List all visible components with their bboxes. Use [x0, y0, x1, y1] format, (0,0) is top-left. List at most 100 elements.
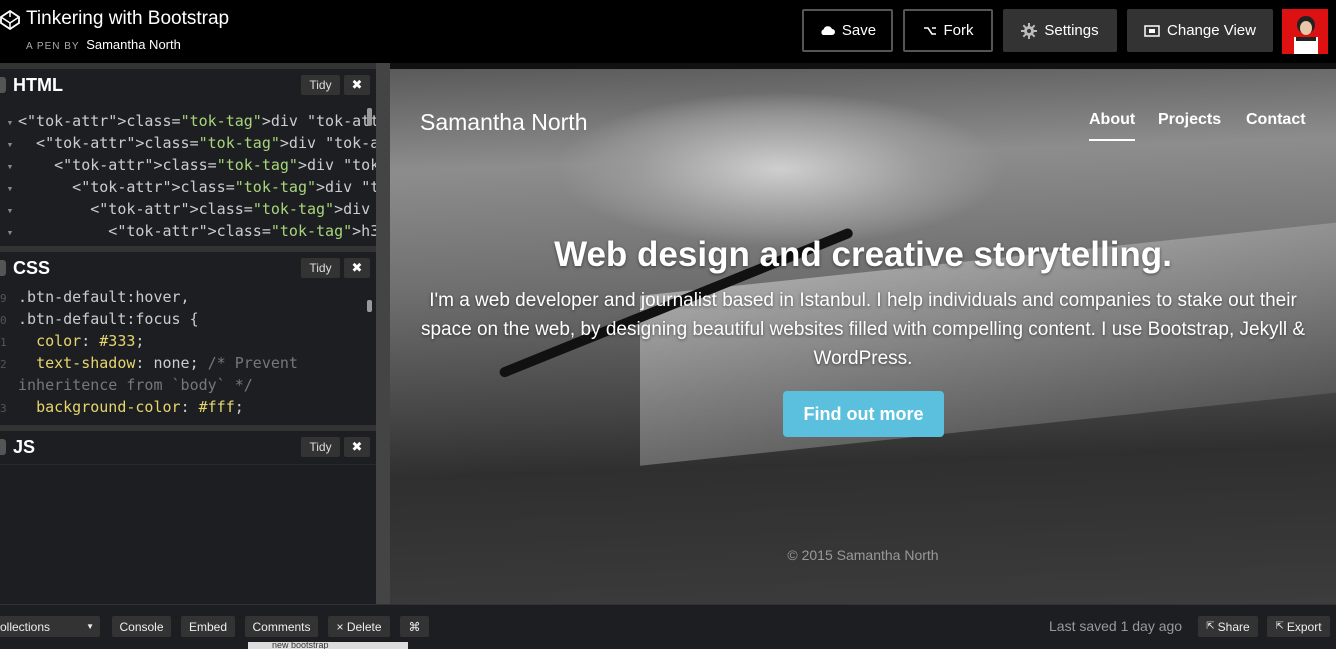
- code-text: inheritence from `body` */: [18, 376, 253, 394]
- code-text: .btn-default:hover,: [18, 288, 190, 306]
- line-gutter: ▾: [0, 204, 14, 217]
- delete-button[interactable]: × Delete: [328, 616, 390, 637]
- editor-preview-resizer[interactable]: [376, 63, 390, 604]
- fork-label: Fork: [943, 22, 974, 39]
- save-label: Save: [841, 22, 877, 39]
- code-line[interactable]: 0 .btn-default:focus {: [0, 308, 376, 330]
- js-code-editor[interactable]: [0, 464, 376, 604]
- code-line[interactable]: 2 text-shadow: none; /* Prevent: [0, 352, 376, 374]
- pen-author-link[interactable]: Samantha North: [86, 37, 181, 52]
- js-pane-header[interactable]: JS Tidy ✖: [0, 425, 376, 461]
- html-pane-title: HTML: [13, 75, 63, 95]
- keyboard-shortcut-button[interactable]: ⌘: [400, 616, 429, 637]
- code-text: text-shadow: none; /* Prevent: [36, 354, 298, 372]
- caret-down-icon: ▼: [86, 622, 94, 631]
- line-gutter: ▾: [0, 116, 14, 129]
- html-tidy-button[interactable]: Tidy: [301, 75, 340, 95]
- fork-button[interactable]: Fork: [903, 9, 993, 52]
- css-code-editor[interactable]: 9 .btn-default:hover, 0 .btn-default:focus …: [0, 286, 376, 424]
- line-gutter: 1: [0, 336, 7, 349]
- site-brand[interactable]: Samantha North: [420, 109, 587, 136]
- pen-title[interactable]: Tinkering with Bootstrap: [26, 8, 229, 30]
- css-pane-header[interactable]: CSS Tidy ✖: [0, 246, 376, 282]
- line-gutter: 2: [0, 358, 7, 371]
- line-gutter: ▾: [0, 138, 14, 151]
- avatar-image: [1282, 9, 1328, 54]
- code-text: <"tok-attr">class="tok-tag">div "tok-att…: [18, 200, 376, 218]
- code-line[interactable]: 1 color: #333;: [0, 330, 376, 352]
- change-view-label: Change View: [1167, 22, 1256, 39]
- nav-about[interactable]: About: [1089, 111, 1136, 141]
- code-line[interactable]: ▾ <"tok-attr">class="tok-tag">div "tok-a…: [0, 176, 376, 198]
- js-pane-title: JS: [13, 437, 36, 457]
- cover-heading: Web design and creative storytelling.: [554, 235, 1172, 274]
- top-header: Tinkering with Bootstrap A PEN BY Samant…: [0, 0, 1336, 63]
- css-scrollbar[interactable]: [367, 300, 372, 312]
- code-text: <"tok-attr">class="tok-tag">h3 "tok-attr…: [18, 222, 376, 240]
- gear-icon: [1021, 22, 1038, 39]
- css-pane-title: CSS: [13, 258, 51, 278]
- collections-peek-item: new bootstrap: [248, 642, 408, 649]
- code-text: <"tok-attr">class="tok-tag">div "tok-att…: [18, 134, 376, 152]
- last-saved-status: Last saved 1 day ago: [1049, 618, 1183, 634]
- change-view-button[interactable]: Change View: [1127, 9, 1273, 52]
- html-pane-header[interactable]: HTML Tidy ✖: [0, 63, 376, 99]
- export-label: Export: [1286, 619, 1322, 634]
- embed-button[interactable]: Embed: [181, 616, 235, 637]
- code-line[interactable]: ▾ <"tok-attr">class="tok-tag">h3 "tok-at…: [0, 220, 376, 242]
- line-gutter: 9: [0, 292, 7, 305]
- resize-handle[interactable]: [0, 260, 6, 276]
- share-label: Share: [1217, 619, 1250, 634]
- export-icon: ⇱: [1275, 621, 1284, 632]
- pen-byline: A PEN BY Samantha North: [26, 37, 181, 52]
- settings-button[interactable]: Settings: [1003, 9, 1117, 52]
- share-button[interactable]: ⇱ Share: [1198, 616, 1258, 637]
- codepen-logo-icon[interactable]: [0, 10, 20, 30]
- code-text: <"tok-attr">class="tok-tag">div "tok-att…: [18, 156, 376, 174]
- cover-lead: I'm a web developer and journalist based…: [420, 290, 1305, 369]
- share-icon: ⇱: [1206, 621, 1215, 632]
- css-tidy-button[interactable]: Tidy: [301, 258, 340, 278]
- code-line[interactable]: ▾ <"tok-attr">class="tok-tag">div "tok-a…: [0, 154, 376, 176]
- fork-icon: [923, 26, 936, 35]
- resize-handle[interactable]: [0, 77, 6, 93]
- resize-handle[interactable]: [0, 439, 6, 455]
- save-button[interactable]: Save: [802, 9, 893, 52]
- code-line[interactable]: ▾ <"tok-attr">class="tok-tag">div "tok-at…: [0, 110, 376, 132]
- code-line[interactable]: ▾ <"tok-attr">class="tok-tag">div "tok-a…: [0, 132, 376, 154]
- bottom-bar: ollections ▼ Console Embed Comments × De…: [0, 604, 1336, 649]
- html-close-button[interactable]: ✖: [344, 75, 370, 95]
- js-tidy-button[interactable]: Tidy: [301, 437, 340, 457]
- console-button[interactable]: Console: [112, 616, 171, 637]
- line-gutter: ▾: [0, 226, 14, 239]
- site-footer: © 2015 Samantha North: [787, 547, 939, 563]
- preview-frame: Samantha North About Projects Contact We…: [390, 69, 1336, 604]
- line-gutter: 0: [0, 314, 7, 327]
- code-text: color: #333;: [36, 332, 145, 350]
- pen-by-label: A PEN BY: [26, 41, 80, 52]
- collections-dropdown[interactable]: ollections ▼: [0, 616, 100, 637]
- code-text: <"tok-attr">class="tok-tag">div "tok-att…: [18, 112, 376, 130]
- code-line[interactable]: ▾ <"tok-attr">class="tok-tag">div "tok-a…: [0, 198, 376, 220]
- user-avatar[interactable]: [1282, 9, 1328, 54]
- cloud-icon: [821, 26, 835, 35]
- html-scrollbar[interactable]: [367, 108, 372, 126]
- window-icon: [1144, 24, 1160, 37]
- line-gutter: ▾: [0, 182, 14, 195]
- nav-contact[interactable]: Contact: [1246, 111, 1306, 129]
- comments-button[interactable]: Comments: [245, 616, 318, 637]
- js-close-button[interactable]: ✖: [344, 437, 370, 457]
- code-line[interactable]: inheritence from `body` */: [0, 374, 376, 396]
- export-button[interactable]: ⇱ Export: [1267, 616, 1330, 637]
- code-line[interactable]: 9 .btn-default:hover,: [0, 286, 376, 308]
- line-gutter: 3: [0, 402, 7, 415]
- find-out-more-button[interactable]: Find out more: [783, 391, 944, 437]
- code-line[interactable]: 3 background-color: #fff;: [0, 396, 376, 418]
- editor-column: HTML Tidy ✖ ▾ <"tok-attr">class="tok-tag"…: [0, 63, 376, 604]
- code-text: .btn-default:focus {: [18, 310, 199, 328]
- html-code-editor[interactable]: ▾ <"tok-attr">class="tok-tag">div "tok-at…: [0, 110, 376, 243]
- nav-projects[interactable]: Projects: [1158, 111, 1221, 129]
- css-close-button[interactable]: ✖: [344, 258, 370, 278]
- code-text: <"tok-attr">class="tok-tag">div "tok-att…: [18, 178, 376, 196]
- code-text: background-color: #fff;: [36, 398, 244, 416]
